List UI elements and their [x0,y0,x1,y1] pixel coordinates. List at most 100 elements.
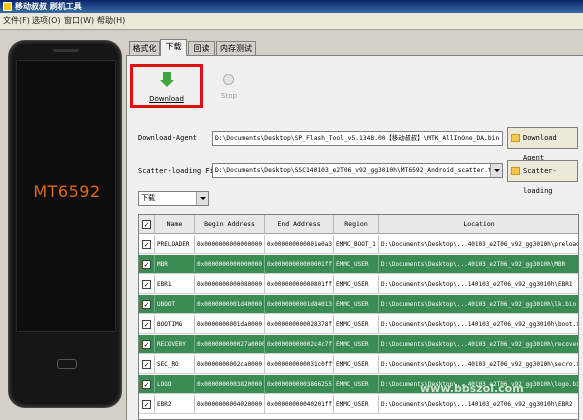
cell-end: 0x000000000028378f [265,315,334,334]
table-row[interactable]: ✓ BOOTIMG 0x0000000001da0000 0x000000000028… [139,315,578,334]
cell-end: 0x0000000001d84013 [265,295,334,314]
menu-window[interactable]: 窗口(W) [64,16,94,26]
app-icon [3,2,12,11]
cell-name: SEC_RO [155,355,195,374]
cell-begin: 0x0000000000000000 [195,235,265,254]
row-checkbox-cell: ✓ [139,315,155,334]
cell-region: EMMC_USER [334,255,379,274]
row-checkbox-cell: ✓ [139,335,155,354]
tab-download[interactable]: 下载 [160,39,187,56]
tab-memory-test[interactable]: 内存测试 [216,41,256,56]
cell-name: PRELOADER [155,235,195,254]
table-row[interactable]: ✓ EBR2 0x0000000004020000 0x00000000040201f… [139,395,578,414]
row-checkbox[interactable]: ✓ [142,380,151,389]
row-checkbox[interactable]: ✓ [142,260,151,269]
cell-region: EMMC_USER [334,395,379,414]
row-checkbox-cell: ✓ [139,275,155,294]
stop-label: Stop [221,92,237,100]
title-bar: 移动叔叔 刷机工具 [0,0,583,13]
column-begin-address: Begin Address [195,215,265,234]
cell-location: D:\Documents\Desktop\...40103_e2T06_v92_… [379,355,578,374]
stop-icon [223,74,234,85]
table-row[interactable]: ✓ EBR1 0x0000000000080000 0x00000000000801f… [139,275,578,294]
row-checkbox-cell: ✓ [139,355,155,374]
row-checkbox[interactable]: ✓ [142,300,151,309]
scatter-file-path[interactable]: D:\Documents\Desktop\SSC140103_e2T06_v92… [212,163,503,178]
tab-format[interactable]: 格式化 [129,41,160,56]
select-all-checkbox[interactable]: ✓ [142,220,151,229]
stop-button[interactable]: Stop [212,72,246,106]
cell-region: EMMC_USER [334,355,379,374]
tab-readback[interactable]: 回读 [188,41,215,56]
phone-screen: MT6592 [16,60,116,332]
cell-location: D:\Documents\Desktop\...40103_e2T06_v92_… [379,295,578,314]
scatter-loading-button[interactable]: Scatter-loading [507,160,578,195]
cell-begin: 0x0000000000000000 [195,255,265,274]
table-row[interactable]: ✓ RECOVERY 0x000000000027a0000 0x0000000000… [139,335,578,354]
row-checkbox[interactable]: ✓ [142,400,151,409]
row-checkbox[interactable]: ✓ [142,320,151,329]
cell-end: 0x0000000003866255 [265,375,334,394]
watermark-text: www.bbszol.com [420,382,524,395]
folder-icon [511,134,520,142]
download-arrow-head-icon [160,80,174,87]
column-name: Name [155,215,195,234]
scatter-loading-button-label: Scatter-loading [523,167,557,195]
cell-end: 0x00000000000001ff [265,255,334,274]
cell-begin: 0x0000000003820000 [195,375,265,394]
column-location: Location [379,215,578,234]
scatter-file-label: Scatter-loading File [138,167,223,175]
cell-end: 0x00000000000801ff [265,275,334,294]
table-row[interactable]: ✓ SEC_RO 0x0000000002ca0000 0x000000000031c… [139,355,578,374]
cell-region: EMMC_USER [334,295,379,314]
menu-file[interactable]: 文件(F) [3,16,30,26]
cell-location: D:\Documents\Desktop\...140103_e2T06_v92… [379,315,578,334]
download-agent-label: Download-Agent [138,134,198,142]
cell-end: 0x000000000001e0a3 [265,235,334,254]
header-checkbox-cell[interactable]: ✓ [139,215,155,234]
phone-model-label: MT6592 [33,182,101,201]
row-checkbox-cell: ✓ [139,375,155,394]
cell-begin: 0x0000000000080000 [195,275,265,294]
row-checkbox[interactable]: ✓ [142,240,151,249]
cell-name: MBR [155,255,195,274]
cell-begin: 0x0000000004020000 [195,395,265,414]
cell-name: LOGO [155,375,195,394]
download-arrow-icon [163,72,171,80]
download-agent-path[interactable]: D:\Documents\Desktop\SP_Flash_Tool_v5.13… [212,131,503,146]
table-row[interactable]: ✓ PRELOADER 0x0000000000000000 0x0000000000… [139,235,578,254]
download-label: Download [149,95,184,103]
cell-location: D:\Documents\Desktop\...140103_e2T06_v92… [379,275,578,294]
table-row[interactable]: ✓ MBR 0x0000000000000000 0x00000000000001ff… [139,255,578,274]
download-button[interactable]: Download [130,64,203,108]
download-agent-button[interactable]: Download Agent [507,127,578,162]
row-checkbox-cell: ✓ [139,395,155,414]
chevron-down-icon[interactable] [490,164,502,177]
cell-begin: 0x0000000002ca0000 [195,355,265,374]
row-checkbox-cell: ✓ [139,235,155,254]
table-row[interactable]: ✓ UBOOT 0x0000000001d40000 0x0000000001d840… [139,295,578,314]
cell-region: EMMC_USER [334,275,379,294]
cell-region: EMMC_BOOT_1 [334,235,379,254]
row-checkbox[interactable]: ✓ [142,280,151,289]
folder-icon [511,167,520,175]
cell-location: D:\Documents\Desktop\...140103_e2T06_v92… [379,395,578,414]
row-checkbox-cell: ✓ [139,295,155,314]
cell-location: D:\Documents\Desktop\...40103_e2T06_v92_… [379,235,578,254]
cell-location: D:\Documents\Desktop\...40103_e2T06_v92_… [379,335,578,354]
row-checkbox[interactable]: ✓ [142,340,151,349]
menu-help[interactable]: 帮助(H) [97,16,125,26]
cell-name: EBR2 [155,395,195,414]
phone-home-button [57,359,77,369]
cell-begin: 0x0000000001da0000 [195,315,265,334]
cell-end: 0x000000000031c0fff [265,355,334,374]
chevron-down-icon[interactable] [196,192,208,205]
phone-speaker [53,49,79,52]
cell-region: EMMC_USER [334,375,379,394]
menu-options[interactable]: 选项(O) [32,16,61,26]
cell-name: RECOVERY [155,335,195,354]
cell-begin: 0x000000000027a0000 [195,335,265,354]
phone-illustration: MT6592 [2,40,124,418]
row-checkbox[interactable]: ✓ [142,360,151,369]
menu-bar: 文件(F) 选项(O) 窗口(W) 帮助(H) [0,13,583,30]
